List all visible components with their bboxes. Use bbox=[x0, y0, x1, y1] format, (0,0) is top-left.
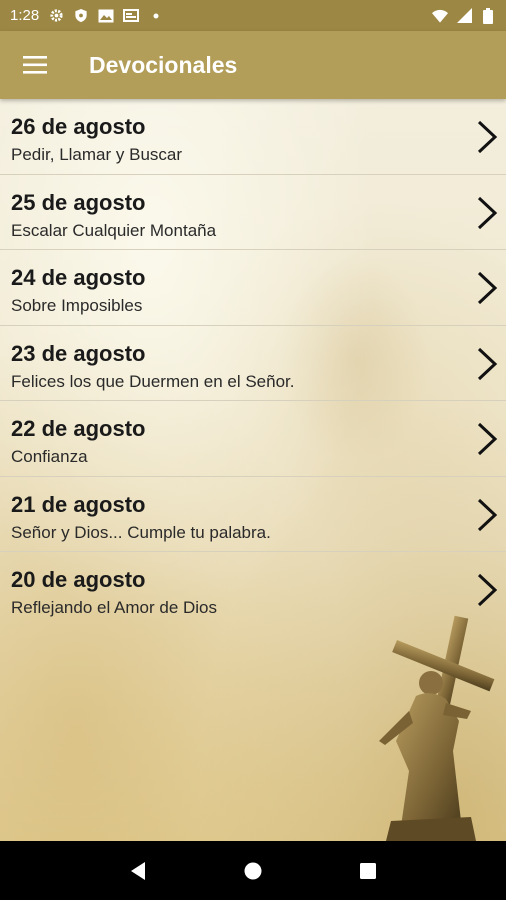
list-item[interactable]: 20 de agosto Reflejando el Amor de Dios bbox=[0, 552, 506, 628]
chevron-right-icon bbox=[477, 422, 498, 456]
shield-icon bbox=[73, 8, 89, 24]
page-title: Devocionales bbox=[89, 51, 238, 78]
devotional-title: Felices los que Duermen en el Señor. bbox=[11, 371, 295, 391]
devotional-title: Pedir, Llamar y Buscar bbox=[11, 145, 183, 164]
battery-icon bbox=[480, 7, 496, 24]
devotional-list: 26 de agosto Pedir, Llamar y Buscar 25 d… bbox=[0, 99, 506, 628]
devotional-title: Reflejando el Amor de Dios bbox=[11, 598, 218, 617]
list-item[interactable]: 23 de agosto Felices los que Duermen en … bbox=[0, 326, 506, 401]
chevron-right-icon bbox=[477, 347, 498, 380]
signal-icon bbox=[456, 8, 472, 24]
chevron-right-icon bbox=[477, 573, 498, 607]
chevron-right-icon bbox=[477, 196, 498, 229]
cross-statue-image bbox=[379, 615, 495, 841]
chevron-right-icon bbox=[477, 498, 498, 531]
list-item[interactable]: 21 de agosto Señor y Dios... Cumple tu p… bbox=[0, 477, 506, 552]
list-item[interactable]: 22 de agosto Confianza bbox=[0, 401, 506, 477]
devotional-title: Señor y Dios... Cumple tu palabra. bbox=[11, 522, 271, 542]
dot-icon bbox=[148, 8, 164, 24]
hamburger-menu-icon[interactable] bbox=[0, 31, 70, 99]
image-icon bbox=[98, 8, 114, 24]
back-icon[interactable] bbox=[123, 856, 153, 886]
wifi-icon bbox=[432, 8, 448, 24]
devotional-date: 25 de agosto bbox=[11, 189, 146, 215]
devotional-date: 24 de agosto bbox=[11, 265, 146, 290]
app-bar: Devocionales bbox=[0, 31, 506, 99]
devotional-list-screen: 26 de agosto Pedir, Llamar y Buscar 25 d… bbox=[0, 99, 506, 841]
status-time: 1:28 bbox=[10, 7, 40, 24]
chevron-right-icon bbox=[477, 120, 498, 154]
chevron-right-icon bbox=[477, 271, 498, 305]
list-item[interactable]: 24 de agosto Sobre Imposibles bbox=[0, 250, 506, 326]
status-bar: 1:28 bbox=[0, 0, 506, 31]
devotional-title: Sobre Imposibles bbox=[11, 296, 143, 315]
devotional-date: 26 de agosto bbox=[11, 114, 146, 139]
devotional-title: Escalar Cualquier Montaña bbox=[11, 220, 217, 240]
list-item[interactable]: 25 de agosto Escalar Cualquier Montaña bbox=[0, 175, 506, 250]
devotional-date: 20 de agosto bbox=[11, 567, 146, 592]
home-icon[interactable] bbox=[238, 856, 268, 886]
system-nav-bar bbox=[0, 841, 506, 900]
devotional-title: Confianza bbox=[11, 447, 88, 466]
devotional-date: 21 de agosto bbox=[11, 491, 146, 517]
list-item[interactable]: 26 de agosto Pedir, Llamar y Buscar bbox=[0, 99, 506, 175]
devotional-date: 22 de agosto bbox=[11, 416, 146, 441]
gear-icon bbox=[48, 8, 64, 24]
devotional-date: 23 de agosto bbox=[11, 340, 146, 366]
card-icon bbox=[123, 8, 140, 24]
recents-icon[interactable] bbox=[353, 856, 383, 886]
